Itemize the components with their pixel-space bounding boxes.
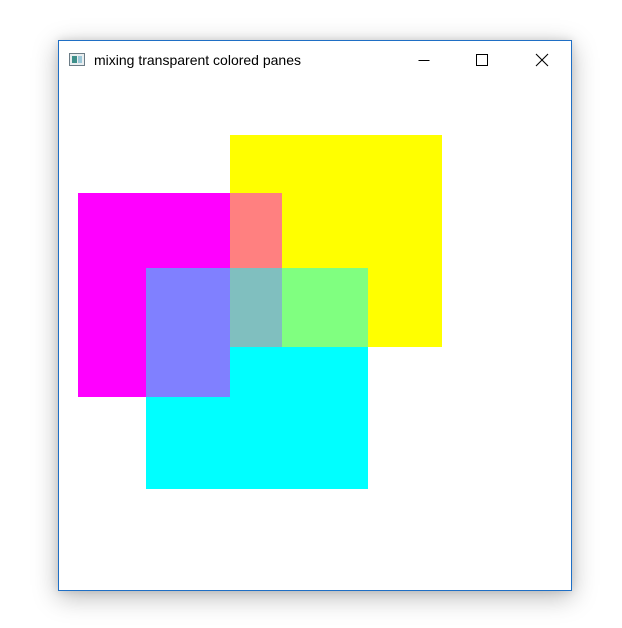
app-icon-pane-right (78, 56, 82, 63)
title-bar[interactable]: mixing transparent colored panes (59, 41, 571, 79)
maximize-button[interactable] (453, 41, 511, 79)
magenta-yellow-overlap (230, 193, 282, 268)
all-panes-overlap (230, 268, 282, 347)
window-title: mixing transparent colored panes (94, 52, 302, 68)
minimize-button[interactable] (395, 41, 453, 79)
app-window-icon[interactable] (69, 53, 85, 66)
close-icon (535, 53, 549, 67)
yellow-cyan-overlap (282, 268, 368, 347)
minimize-icon (418, 60, 430, 61)
maximize-icon (476, 54, 488, 66)
close-button[interactable] (513, 41, 571, 79)
app-icon-pane-left (72, 56, 77, 63)
magenta-cyan-overlap (146, 268, 230, 397)
